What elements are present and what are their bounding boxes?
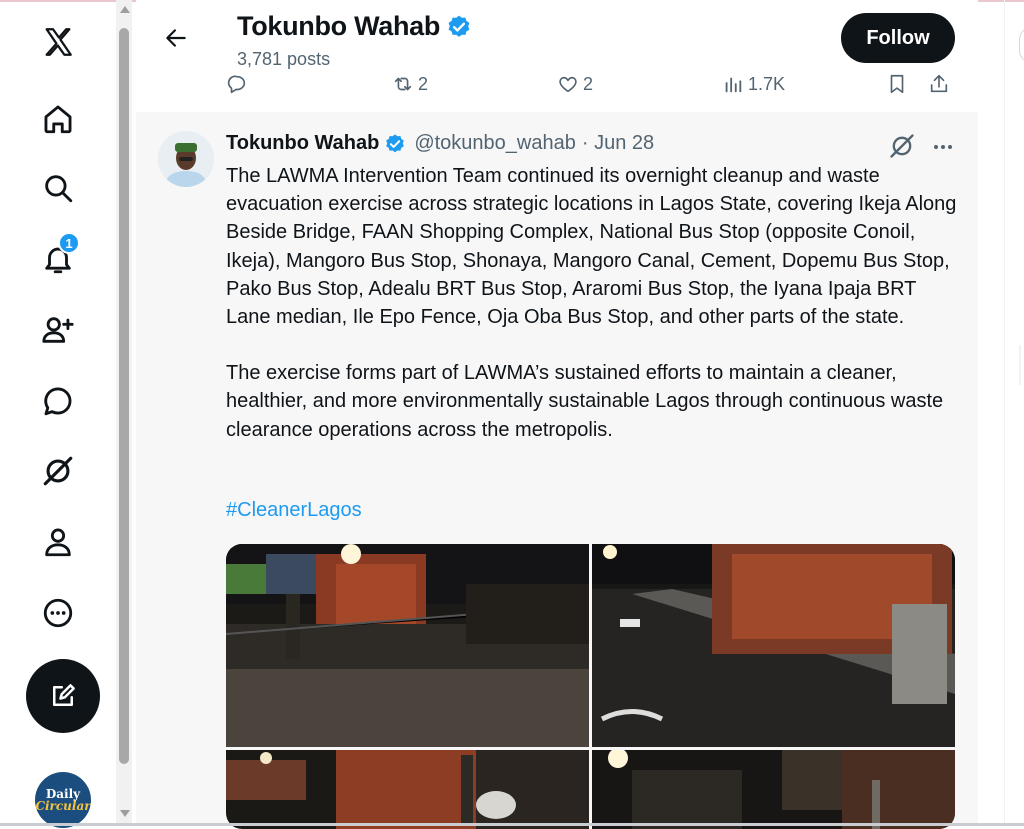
account-avatar-line2: Circular xyxy=(35,799,91,813)
reply-icon xyxy=(227,75,246,94)
account-avatar[interactable]: Daily Circular xyxy=(35,772,91,828)
page-scrollbar[interactable] xyxy=(116,0,132,824)
like-action[interactable]: 2 xyxy=(557,68,593,100)
night-cleanup-photo-icon xyxy=(226,544,589,747)
share-action[interactable] xyxy=(928,68,950,100)
author-avatar[interactable] xyxy=(158,131,214,187)
compose-post-button[interactable] xyxy=(26,659,100,733)
right-sidebar-search-edge[interactable] xyxy=(1019,26,1024,64)
night-workers-photo-icon xyxy=(226,750,589,829)
author-name[interactable]: Tokunbo Wahab xyxy=(226,132,379,155)
post-media-grid xyxy=(226,544,955,829)
bookmark-icon xyxy=(890,74,904,94)
author-handle[interactable]: @tokunbo_wahab xyxy=(414,132,576,155)
view-count: 1.7K xyxy=(748,73,786,94)
grok-icon xyxy=(890,134,914,158)
hashtag-link[interactable]: #CleanerLagos xyxy=(226,499,362,522)
post[interactable]: Tokunbo Wahab @tokunbo_wahab · Jun 28 Th… xyxy=(136,113,978,829)
compose-icon xyxy=(53,684,75,706)
night-street-photo-icon xyxy=(592,750,955,829)
follow-button[interactable]: Follow xyxy=(841,13,955,63)
post-text: The LAWMA Intervention Team continued it… xyxy=(226,162,966,444)
more-icon xyxy=(43,598,73,628)
header-post-count: 3,781 posts xyxy=(237,49,331,69)
back-button[interactable] xyxy=(158,20,194,56)
repost-count: 2 xyxy=(418,73,429,94)
grok-icon xyxy=(43,456,73,486)
verified-badge-icon xyxy=(448,15,470,37)
repost-icon xyxy=(394,77,412,91)
right-sidebar-divider xyxy=(1019,345,1021,385)
nav-messages[interactable] xyxy=(22,373,94,429)
grok-explain-button[interactable] xyxy=(888,132,918,162)
nav-home[interactable] xyxy=(22,91,94,147)
views-action[interactable]: 1.7K xyxy=(722,68,785,100)
profile-icon xyxy=(45,528,71,557)
follow-people-icon xyxy=(42,317,74,343)
search-icon xyxy=(45,175,73,203)
post-paragraph-2: The exercise forms part of LAWMA’s susta… xyxy=(226,362,944,441)
messages-icon xyxy=(44,387,72,416)
header-title: Tokunbo Wahab xyxy=(237,11,472,42)
scroll-up-arrow-icon[interactable] xyxy=(120,6,130,13)
views-chart-icon xyxy=(725,77,742,93)
author-photo-icon xyxy=(158,131,214,187)
share-icon xyxy=(930,74,948,93)
post-photo-3[interactable] xyxy=(226,750,589,829)
reply-action[interactable] xyxy=(226,68,248,100)
previous-post-actions: 2 2 1.7K xyxy=(136,68,978,102)
post-photo-4[interactable] xyxy=(592,750,955,829)
post-more-button[interactable] xyxy=(928,132,958,162)
like-count: 2 xyxy=(583,73,594,94)
right-sidebar-border xyxy=(1004,0,1005,824)
bookmark-action[interactable] xyxy=(886,68,908,100)
left-navigation: 1 Daily Circular xyxy=(0,0,116,828)
notification-badge: 1 xyxy=(58,232,80,254)
post-paragraph-1: The LAWMA Intervention Team continued it… xyxy=(226,165,957,329)
x-logo-link[interactable] xyxy=(22,14,94,70)
nav-more[interactable] xyxy=(22,585,94,641)
profile-header: Tokunbo Wahab 3,781 posts Follow 2 2 1.7… xyxy=(136,0,978,112)
post-header: Tokunbo Wahab @tokunbo_wahab · Jun 28 xyxy=(226,132,654,155)
scrollbar-thumb[interactable] xyxy=(119,28,129,764)
night-truck-photo-icon xyxy=(592,544,955,747)
post-date[interactable]: · Jun 28 xyxy=(582,132,654,155)
nav-explore[interactable] xyxy=(22,160,94,216)
main-column: Tokunbo Wahab 3,781 posts Follow 2 2 1.7… xyxy=(136,0,978,829)
x-logo-icon xyxy=(45,28,72,56)
header-name: Tokunbo Wahab xyxy=(237,11,441,41)
back-arrow-icon xyxy=(166,29,186,47)
nav-profile[interactable] xyxy=(22,514,94,570)
scroll-down-arrow-icon[interactable] xyxy=(120,810,130,817)
repost-action[interactable]: 2 xyxy=(392,68,428,100)
heart-icon xyxy=(559,76,577,93)
more-dots-icon xyxy=(934,145,952,149)
nav-grok[interactable] xyxy=(22,443,94,499)
nav-follow[interactable] xyxy=(22,302,94,358)
home-icon xyxy=(44,105,72,134)
verified-badge-icon xyxy=(386,133,405,152)
post-photo-2[interactable] xyxy=(592,544,955,747)
post-photo-1[interactable] xyxy=(226,544,589,747)
